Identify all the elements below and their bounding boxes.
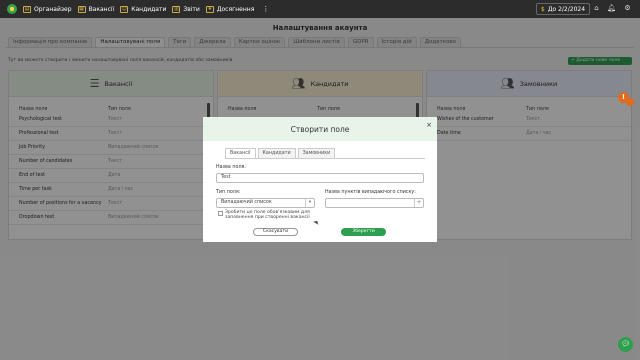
required-field-checkbox[interactable] — [218, 211, 223, 216]
dropdown-item-input[interactable]: + — [325, 198, 424, 208]
organizer-icon: ▤ — [23, 5, 31, 13]
add-item-plus-icon[interactable]: + — [414, 199, 423, 207]
modal-tab-customers[interactable]: Замовники — [297, 148, 336, 158]
modal-tabs-divider — [225, 158, 425, 159]
field-name-input[interactable]: Test — [216, 173, 424, 183]
app-logo[interactable] — [7, 4, 17, 14]
nav-candidates[interactable]: ☺ Кандидати — [120, 5, 166, 13]
field-type-select[interactable]: Випадаючий список ▾ — [216, 198, 315, 208]
candidates-icon: ☺ — [120, 5, 129, 13]
modal-title: Створити поле — [290, 124, 350, 134]
save-button[interactable]: Зберегти — [341, 228, 386, 236]
vacancies-icon: ▦ — [77, 5, 86, 13]
modal-tabs: Вакансії Кандидати Замовники — [225, 148, 337, 158]
nav-organizer[interactable]: ▤ Органайзер — [23, 5, 72, 13]
alert-badge-secondary — [626, 98, 634, 106]
modal-tab-candidates[interactable]: Кандидати — [257, 148, 296, 158]
subscription-date[interactable]: $ До 2/2/2024 — [536, 3, 591, 15]
nav-reports[interactable]: ▥ Звіти — [172, 5, 200, 13]
modal-header: Створити поле × — [203, 117, 437, 141]
dropdown-items-label: Назва пунктів випадаючого списку: — [325, 190, 416, 195]
notifications-bell-icon[interactable]: 🔔︎ — [607, 4, 616, 13]
field-name-label: Назва поля: — [216, 165, 247, 170]
nav-achievements[interactable]: ★ Досягнення — [205, 5, 254, 13]
close-icon[interactable]: × — [426, 121, 432, 129]
nav-vacancies[interactable]: ▦ Вакансії — [77, 5, 114, 13]
modal-tab-vacancies[interactable]: Вакансії — [225, 148, 256, 158]
dollar-icon: $ — [541, 5, 545, 13]
integrations-icon[interactable]: ⌂ — [592, 4, 601, 13]
required-field-label: Зробити це поле обов'язковим для заповне… — [225, 210, 310, 220]
create-field-modal: Створити поле × Вакансії Кандидати Замов… — [203, 117, 437, 242]
cancel-button[interactable]: Скасувати — [253, 228, 298, 236]
chat-support-icon[interactable]: 💬︎ — [618, 337, 633, 352]
achievements-icon: ★ — [205, 5, 214, 13]
more-menu-icon[interactable]: ⋮ — [262, 5, 269, 13]
reports-icon: ▥ — [172, 5, 181, 13]
field-type-label: Тип поля: — [216, 190, 241, 195]
settings-gear-icon[interactable]: ⚙ — [623, 4, 632, 13]
chevron-down-icon: ▾ — [305, 199, 314, 207]
